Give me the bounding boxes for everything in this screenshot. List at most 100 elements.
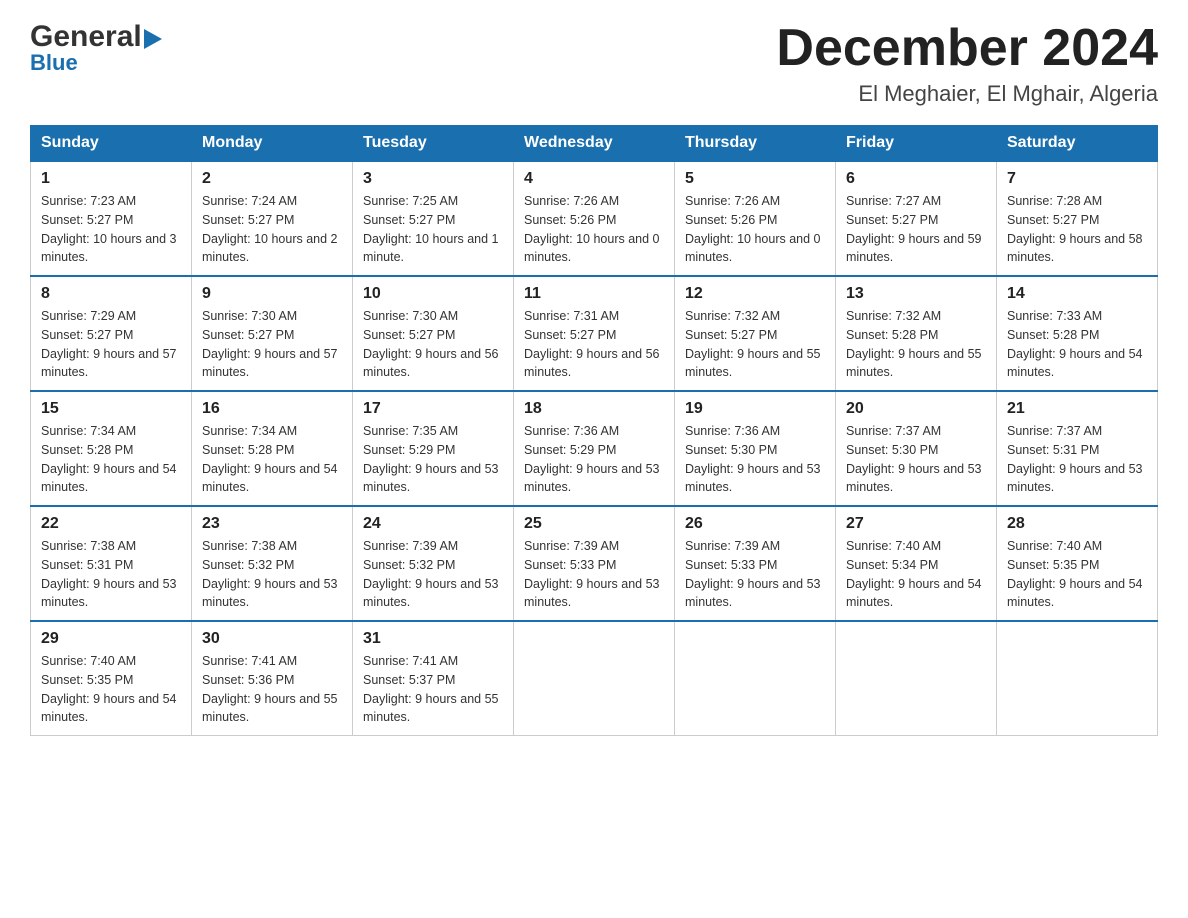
calendar-day-cell: 29 Sunrise: 7:40 AMSunset: 5:35 PMDayligh… [31, 621, 192, 736]
day-number: 26 [685, 515, 825, 533]
day-number: 25 [524, 515, 664, 533]
day-number: 28 [1007, 515, 1147, 533]
title-block: December 2024 El Meghaier, El Mghair, Al… [776, 20, 1158, 107]
day-number: 4 [524, 170, 664, 188]
day-number: 27 [846, 515, 986, 533]
calendar-table: SundayMondayTuesdayWednesdayThursdayFrid… [30, 125, 1158, 736]
month-title: December 2024 [776, 20, 1158, 77]
day-info: Sunrise: 7:36 AMSunset: 5:29 PMDaylight:… [524, 422, 664, 497]
calendar-day-cell: 7Sunrise: 7:28 AMSunset: 5:27 PMDaylight… [997, 161, 1158, 276]
calendar-day-cell: 14 Sunrise: 7:33 AMSunset: 5:28 PMDayligh… [997, 276, 1158, 391]
day-number: 29 [41, 630, 181, 648]
day-info: Sunrise: 7:31 AMSunset: 5:27 PMDaylight:… [524, 307, 664, 382]
weekday-header-wednesday: Wednesday [514, 126, 675, 162]
calendar-day-cell: 26 Sunrise: 7:39 AMSunset: 5:33 PMDayligh… [675, 506, 836, 621]
weekday-header-tuesday: Tuesday [353, 126, 514, 162]
day-number: 15 [41, 400, 181, 418]
calendar-day-cell: 2 Sunrise: 7:24 AMSunset: 5:27 PMDaylight… [192, 161, 353, 276]
day-info: Sunrise: 7:41 AMSunset: 5:37 PMDaylight:… [363, 652, 503, 727]
day-info: Sunrise: 7:37 AMSunset: 5:30 PMDaylight:… [846, 422, 986, 497]
day-number: 23 [202, 515, 342, 533]
calendar-day-cell: 16Sunrise: 7:34 AMSunset: 5:28 PMDayligh… [192, 391, 353, 506]
calendar-day-cell: 31 Sunrise: 7:41 AMSunset: 5:37 PMDayligh… [353, 621, 514, 736]
calendar-day-cell: 1 Sunrise: 7:23 AMSunset: 5:27 PMDaylight… [31, 161, 192, 276]
day-number: 12 [685, 285, 825, 303]
weekday-header-saturday: Saturday [997, 126, 1158, 162]
calendar-day-cell: 23Sunrise: 7:38 AMSunset: 5:32 PMDayligh… [192, 506, 353, 621]
logo-general-text: General [30, 20, 142, 54]
page-header: General Blue December 2024 El Meghaier, … [30, 20, 1158, 107]
day-number: 5 [685, 170, 825, 188]
day-info: Sunrise: 7:24 AMSunset: 5:27 PMDaylight:… [202, 192, 342, 267]
calendar-day-cell: 10 Sunrise: 7:30 AMSunset: 5:27 PMDayligh… [353, 276, 514, 391]
calendar-day-cell: 18 Sunrise: 7:36 AMSunset: 5:29 PMDayligh… [514, 391, 675, 506]
logo-triangle-icon [144, 29, 162, 49]
day-number: 31 [363, 630, 503, 648]
day-number: 13 [846, 285, 986, 303]
day-info: Sunrise: 7:29 AMSunset: 5:27 PMDaylight:… [41, 307, 181, 382]
calendar-empty-cell [514, 621, 675, 736]
calendar-empty-cell [997, 621, 1158, 736]
day-info: Sunrise: 7:33 AMSunset: 5:28 PMDaylight:… [1007, 307, 1147, 382]
day-info: Sunrise: 7:37 AMSunset: 5:31 PMDaylight:… [1007, 422, 1147, 497]
day-number: 22 [41, 515, 181, 533]
day-number: 3 [363, 170, 503, 188]
day-number: 18 [524, 400, 664, 418]
day-number: 6 [846, 170, 986, 188]
calendar-day-cell: 12 Sunrise: 7:32 AMSunset: 5:27 PMDayligh… [675, 276, 836, 391]
day-number: 30 [202, 630, 342, 648]
day-info: Sunrise: 7:30 AMSunset: 5:27 PMDaylight:… [363, 307, 503, 382]
calendar-day-cell: 24 Sunrise: 7:39 AMSunset: 5:32 PMDayligh… [353, 506, 514, 621]
calendar-week-row: 29 Sunrise: 7:40 AMSunset: 5:35 PMDayligh… [31, 621, 1158, 736]
day-number: 10 [363, 285, 503, 303]
day-info: Sunrise: 7:26 AMSunset: 5:26 PMDaylight:… [685, 192, 825, 267]
day-number: 19 [685, 400, 825, 418]
day-info: Sunrise: 7:39 AMSunset: 5:33 PMDaylight:… [685, 537, 825, 612]
day-info: Sunrise: 7:32 AMSunset: 5:27 PMDaylight:… [685, 307, 825, 382]
day-number: 8 [41, 285, 181, 303]
calendar-week-row: 22 Sunrise: 7:38 AMSunset: 5:31 PMDayligh… [31, 506, 1158, 621]
weekday-header-thursday: Thursday [675, 126, 836, 162]
day-number: 2 [202, 170, 342, 188]
day-number: 24 [363, 515, 503, 533]
day-info: Sunrise: 7:34 AMSunset: 5:28 PMDaylight:… [202, 422, 342, 497]
day-number: 9 [202, 285, 342, 303]
day-info: Sunrise: 7:23 AMSunset: 5:27 PMDaylight:… [41, 192, 181, 267]
day-number: 1 [41, 170, 181, 188]
day-info: Sunrise: 7:35 AMSunset: 5:29 PMDaylight:… [363, 422, 503, 497]
calendar-day-cell: 15 Sunrise: 7:34 AMSunset: 5:28 PMDayligh… [31, 391, 192, 506]
calendar-day-cell: 13Sunrise: 7:32 AMSunset: 5:28 PMDayligh… [836, 276, 997, 391]
day-number: 7 [1007, 170, 1147, 188]
calendar-day-cell: 30 Sunrise: 7:41 AMSunset: 5:36 PMDayligh… [192, 621, 353, 736]
day-info: Sunrise: 7:40 AMSunset: 5:35 PMDaylight:… [1007, 537, 1147, 612]
calendar-day-cell: 3Sunrise: 7:25 AMSunset: 5:27 PMDaylight… [353, 161, 514, 276]
day-info: Sunrise: 7:40 AMSunset: 5:35 PMDaylight:… [41, 652, 181, 727]
logo-blue-text: Blue [30, 50, 78, 76]
day-number: 17 [363, 400, 503, 418]
calendar-day-cell: 25Sunrise: 7:39 AMSunset: 5:33 PMDayligh… [514, 506, 675, 621]
calendar-week-row: 15 Sunrise: 7:34 AMSunset: 5:28 PMDayligh… [31, 391, 1158, 506]
day-info: Sunrise: 7:41 AMSunset: 5:36 PMDaylight:… [202, 652, 342, 727]
day-info: Sunrise: 7:30 AMSunset: 5:27 PMDaylight:… [202, 307, 342, 382]
calendar-day-cell: 21Sunrise: 7:37 AMSunset: 5:31 PMDayligh… [997, 391, 1158, 506]
day-number: 14 [1007, 285, 1147, 303]
location-title: El Meghaier, El Mghair, Algeria [776, 81, 1158, 107]
day-info: Sunrise: 7:36 AMSunset: 5:30 PMDaylight:… [685, 422, 825, 497]
calendar-day-cell: 27 Sunrise: 7:40 AMSunset: 5:34 PMDayligh… [836, 506, 997, 621]
calendar-day-cell: 19 Sunrise: 7:36 AMSunset: 5:30 PMDayligh… [675, 391, 836, 506]
day-info: Sunrise: 7:39 AMSunset: 5:32 PMDaylight:… [363, 537, 503, 612]
weekday-header-sunday: Sunday [31, 126, 192, 162]
day-info: Sunrise: 7:27 AMSunset: 5:27 PMDaylight:… [846, 192, 986, 267]
calendar-day-cell: 8 Sunrise: 7:29 AMSunset: 5:27 PMDaylight… [31, 276, 192, 391]
calendar-day-cell: 20 Sunrise: 7:37 AMSunset: 5:30 PMDayligh… [836, 391, 997, 506]
calendar-day-cell: 22 Sunrise: 7:38 AMSunset: 5:31 PMDayligh… [31, 506, 192, 621]
calendar-empty-cell [675, 621, 836, 736]
weekday-header-row: SundayMondayTuesdayWednesdayThursdayFrid… [31, 126, 1158, 162]
calendar-day-cell: 28 Sunrise: 7:40 AMSunset: 5:35 PMDayligh… [997, 506, 1158, 621]
day-info: Sunrise: 7:38 AMSunset: 5:31 PMDaylight:… [41, 537, 181, 612]
day-info: Sunrise: 7:40 AMSunset: 5:34 PMDaylight:… [846, 537, 986, 612]
day-info: Sunrise: 7:26 AMSunset: 5:26 PMDaylight:… [524, 192, 664, 267]
day-number: 20 [846, 400, 986, 418]
day-info: Sunrise: 7:34 AMSunset: 5:28 PMDaylight:… [41, 422, 181, 497]
calendar-day-cell: 5 Sunrise: 7:26 AMSunset: 5:26 PMDaylight… [675, 161, 836, 276]
